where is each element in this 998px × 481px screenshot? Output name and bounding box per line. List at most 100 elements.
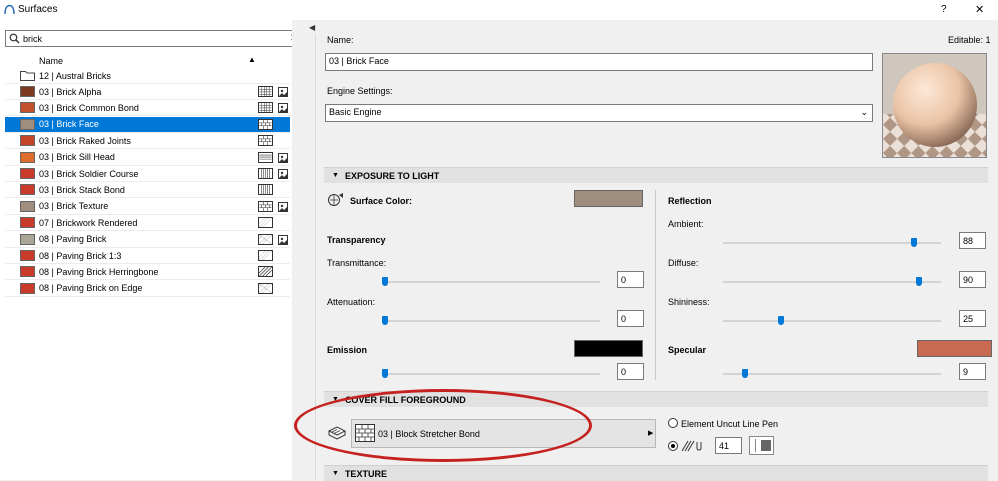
list-item[interactable]: 03 | Brick Texture xyxy=(5,199,290,215)
texture-icon xyxy=(278,169,288,179)
list-item[interactable]: 03 | Brick Common Bond xyxy=(5,100,290,117)
fill-pattern-icon xyxy=(258,86,273,97)
texture-icon xyxy=(278,152,288,163)
material-preview xyxy=(882,53,987,158)
fill-pattern-icon xyxy=(258,118,273,130)
shininess-label: Shininess: xyxy=(668,297,710,307)
sort-ascending-icon[interactable]: ▲ xyxy=(248,55,256,64)
transmittance-slider-track[interactable] xyxy=(382,281,600,283)
transmittance-slider-thumb[interactable] xyxy=(382,277,388,286)
texture-icon xyxy=(278,87,288,97)
emission-field[interactable]: 0 xyxy=(617,363,644,380)
list-item[interactable]: 03 | Brick Face xyxy=(5,116,290,133)
color-swatch xyxy=(20,86,35,97)
expand-triangle-icon: ▼ xyxy=(332,470,339,477)
ambient-field[interactable]: 88 xyxy=(959,232,986,249)
attenuation-slider-track[interactable] xyxy=(382,320,600,322)
shininess-slider-thumb[interactable] xyxy=(778,316,784,325)
emission-color-swatch[interactable] xyxy=(574,340,643,357)
list-item-label: 03 | Brick Soldier Course xyxy=(39,168,139,179)
list-item-label: 07 | Brickwork Rendered xyxy=(39,217,138,228)
list-item[interactable]: 08 | Paving Brick on Edge xyxy=(5,281,290,297)
surface-color-swatch[interactable] xyxy=(574,190,643,207)
fill-pattern-icon xyxy=(258,168,273,179)
list-item[interactable]: 03 | Brick Stack Bond xyxy=(5,182,290,199)
annotation-circle xyxy=(294,389,592,462)
ambient-label: Ambient: xyxy=(668,219,704,229)
diffuse-field[interactable]: 90 xyxy=(959,271,986,288)
window-title: Surfaces xyxy=(18,4,58,15)
emission-slider-thumb[interactable] xyxy=(382,369,388,378)
attenuation-slider-thumb[interactable] xyxy=(382,316,388,325)
attenuation-field[interactable]: 0 xyxy=(617,310,644,327)
collapse-arrow-icon[interactable]: ◀ xyxy=(309,23,315,32)
list-header[interactable]: Name ▲ xyxy=(5,54,290,68)
color-swatch xyxy=(20,266,35,278)
shininess-slider-track[interactable] xyxy=(723,320,941,322)
name-field[interactable]: 03 | Brick Face xyxy=(325,53,873,71)
list-item-label: 08 | Paving Brick Herringbone xyxy=(39,266,159,277)
list-item-label: 03 | Brick Raked Joints xyxy=(39,135,131,146)
pen-number-field[interactable]: 41 xyxy=(715,437,742,454)
surface-color-label: Surface Color: xyxy=(350,196,413,206)
texture-header-label: TEXTURE xyxy=(344,468,387,479)
list-item-label: 03 | Brick Stack Bond xyxy=(39,184,125,195)
list-item[interactable]: 03 | Brick Sill Head xyxy=(5,150,290,166)
folder-row[interactable]: 12 | Austral Bricks xyxy=(5,68,290,84)
fill-pattern-icon xyxy=(258,200,273,212)
texture-icon xyxy=(278,234,288,245)
help-button[interactable]: ? xyxy=(941,4,947,15)
ambient-slider-track[interactable] xyxy=(723,242,941,244)
fill-pattern-icon xyxy=(255,217,273,229)
diffuse-slider-thumb[interactable] xyxy=(916,277,922,286)
list-item[interactable]: 08 | Paving Brick Herringbone xyxy=(5,264,290,281)
fill-pattern-icon xyxy=(255,250,273,261)
texture-section-header[interactable]: ▼ TEXTURE xyxy=(324,465,988,481)
pen-color-picker[interactable] xyxy=(749,436,774,455)
app-icon xyxy=(4,4,15,15)
list-item[interactable]: 08 | Paving Brick xyxy=(5,232,290,248)
fill-pattern-icon xyxy=(258,135,273,147)
exposure-section-header[interactable]: ▼ EXPOSURE TO LIGHT xyxy=(324,167,988,183)
search-input[interactable]: brick ✕ xyxy=(5,30,302,47)
name-column-header: Name xyxy=(39,56,64,66)
search-icon xyxy=(9,33,20,46)
list-item[interactable]: 07 | Brickwork Rendered xyxy=(5,215,290,232)
list-item-label: 08 | Paving Brick on Edge xyxy=(39,283,143,294)
shininess-field[interactable]: 25 xyxy=(959,310,986,327)
texture-icon xyxy=(278,103,288,114)
close-button[interactable]: ✕ xyxy=(975,3,984,16)
list-item-label: 03 | Brick Texture xyxy=(39,201,109,212)
fill-pattern-icon xyxy=(258,102,273,114)
attenuation-label: Attenuation: xyxy=(327,297,376,307)
fill-pattern-icon xyxy=(258,233,273,245)
specular-color-swatch[interactable] xyxy=(917,340,992,357)
color-swatch xyxy=(20,118,35,130)
emission-slider-track[interactable] xyxy=(382,373,600,375)
fill-pattern-icon xyxy=(258,184,273,196)
color-swatch xyxy=(20,233,35,245)
column-divider xyxy=(655,190,656,380)
list-item[interactable]: 03 | Brick Alpha xyxy=(5,84,290,100)
specular-label: Specular xyxy=(668,345,707,355)
title-bar: Surfaces ? ✕ xyxy=(0,0,998,20)
uncut-pen-radio[interactable] xyxy=(668,418,678,428)
list-item[interactable]: 03 | Brick Soldier Course xyxy=(5,166,290,182)
specular-slider-thumb[interactable] xyxy=(742,369,748,378)
transmittance-label: Transmittance: xyxy=(327,258,387,268)
engine-value: Basic Engine xyxy=(329,107,382,117)
specular-field[interactable]: 9 xyxy=(959,363,986,380)
diffuse-slider-track[interactable] xyxy=(723,281,941,283)
uncut-pen-label: Element Uncut Line Pen xyxy=(681,419,779,429)
engine-select[interactable]: Basic Engine ⌄ xyxy=(325,104,873,122)
pen-radio-selected[interactable] xyxy=(668,441,678,451)
color-swatch xyxy=(20,151,35,163)
specular-slider-track[interactable] xyxy=(723,373,941,375)
transmittance-field[interactable]: 0 xyxy=(617,271,644,288)
ambient-slider-thumb[interactable] xyxy=(911,238,917,247)
editable-label: Editable: 1 xyxy=(948,35,991,45)
list-item[interactable]: 08 | Paving Brick 1:3 xyxy=(5,248,290,264)
list-item[interactable]: 03 | Brick Raked Joints xyxy=(5,133,290,150)
emission-label: Emission xyxy=(327,345,368,355)
color-swatch xyxy=(20,168,35,179)
